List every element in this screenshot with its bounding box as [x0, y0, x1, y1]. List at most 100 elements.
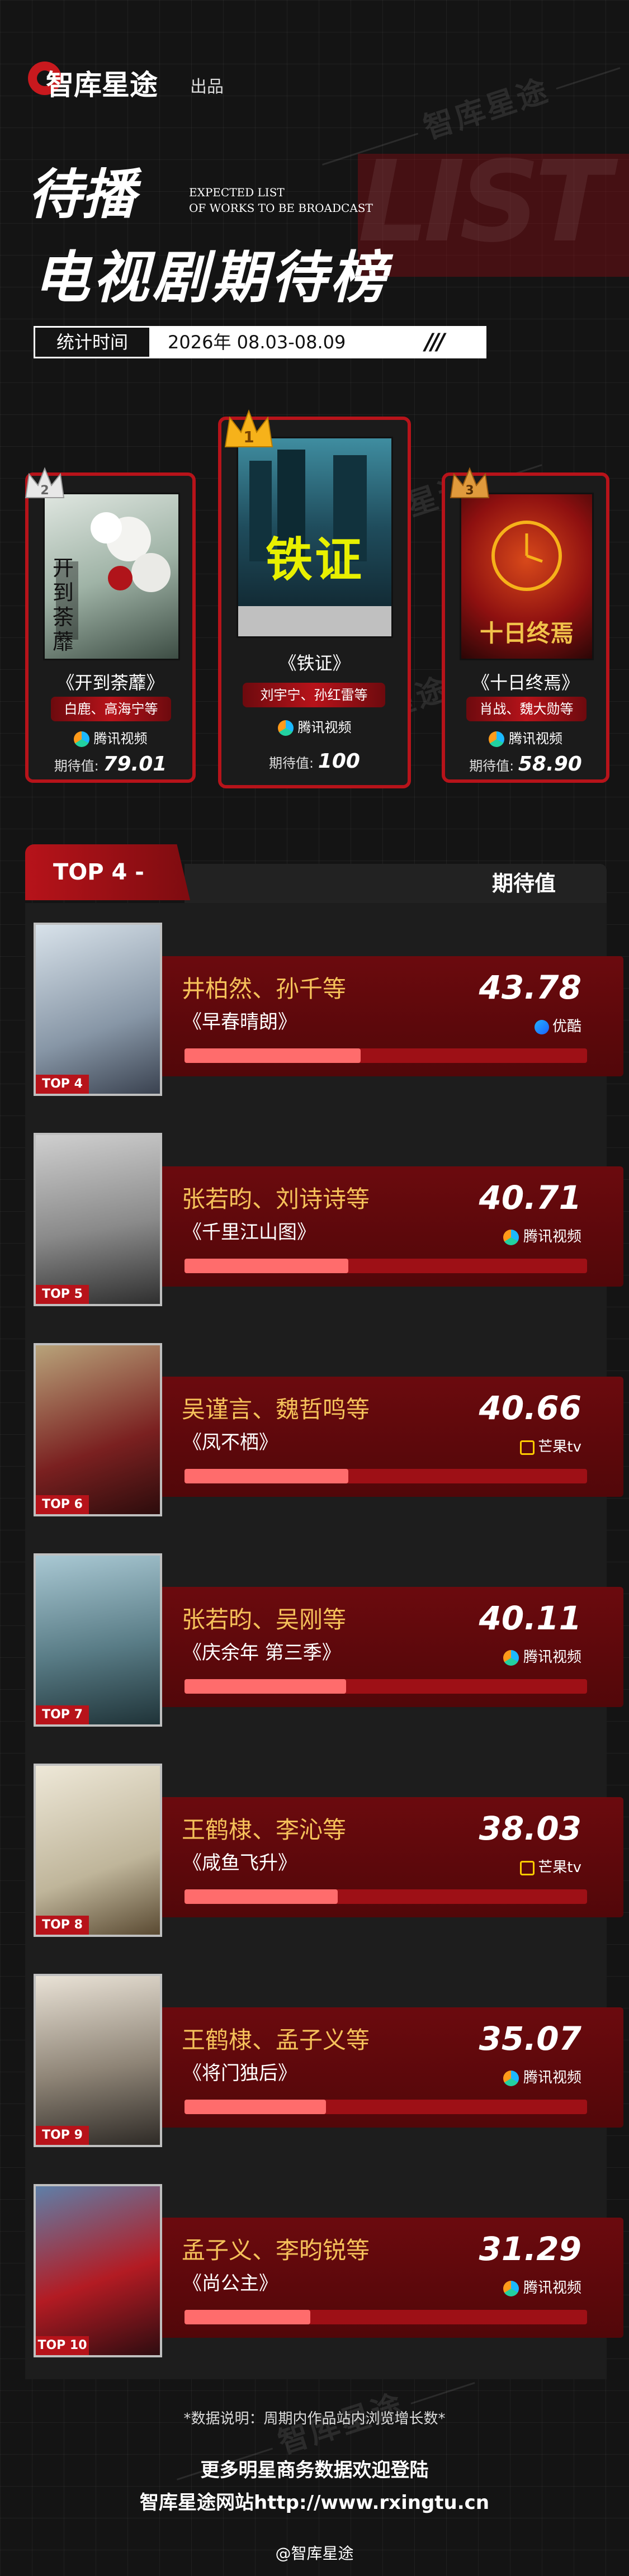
poster-image: TOP 8 — [34, 1764, 162, 1937]
poster-image: 铁证 — [237, 437, 393, 638]
podium-cast: 白鹿、高海宁等 — [51, 697, 171, 721]
poster-image: TOP 9 — [34, 1974, 162, 2147]
data-note: *数据说明：周期内作品站内浏览增长数* — [183, 2410, 446, 2427]
poster-image: 十日终焉 — [460, 493, 594, 660]
podium-platform: 腾讯视频 — [445, 727, 606, 747]
podium-card-rank1[interactable]: 铁证 《铁证》 刘宇宁、孙红雷等 腾讯视频 期待值: 100 — [218, 417, 411, 788]
row-cast: 井柏然、孙千等 — [182, 975, 347, 1003]
tencent-video-icon — [277, 720, 294, 736]
poster-image: TOP 6 — [34, 1343, 162, 1516]
podium-title: 《开到荼蘼》 — [56, 672, 164, 693]
weibo-handle[interactable]: @智库星途 — [0, 2541, 629, 2564]
mango-tv-icon — [520, 1440, 535, 1455]
row-title: 《千里江山图》 — [183, 1221, 316, 1244]
footer-website[interactable]: 智库星途网站http://www.rxingtu.cn — [0, 2487, 629, 2514]
row-platform: 腾讯视频 — [503, 1646, 581, 1666]
score-bar-track — [185, 1469, 587, 1483]
svg-text:1: 1 — [243, 428, 254, 446]
table-row[interactable]: TOP 10 孟子义、李昀锐等 31.29 《尚公主》 腾讯视频 — [25, 2178, 623, 2363]
table-row[interactable]: TOP 4 井柏然、孙千等 43.78 《早春晴朗》 优酷 — [25, 917, 623, 1102]
mango-tv-icon — [520, 1860, 535, 1875]
row-title: 《庆余年 第三季》 — [183, 1642, 341, 1664]
table-row[interactable]: TOP 5 张若昀、刘诗诗等 40.71 《千里江山图》 腾讯视频 — [25, 1127, 623, 1312]
poster-title-text: 铁证 — [265, 532, 364, 587]
rank-badge: TOP 8 — [36, 1916, 89, 1935]
rank-badge: TOP 9 — [36, 2126, 89, 2145]
row-platform: 芒果tv — [520, 1435, 581, 1456]
score-bar-fill — [185, 1259, 349, 1273]
poster-image: TOP 10 — [34, 2184, 162, 2357]
row-title: 《将门独后》 — [183, 2062, 297, 2085]
page-title-line2: 电视剧期待榜 — [34, 245, 389, 310]
rank-badge: TOP 6 — [36, 1495, 89, 1514]
table-tab-label: TOP 4 - TOP 10 — [25, 844, 190, 900]
svg-text:2: 2 — [40, 484, 49, 498]
row-cast: 张若昀、刘诗诗等 — [182, 1185, 370, 1213]
podium-title: 《铁证》 — [278, 653, 351, 674]
score-bar-track — [185, 2310, 587, 2324]
score-bar-fill — [185, 2100, 326, 2114]
crown-rank3-icon: 3 — [450, 467, 490, 498]
table-row[interactable]: TOP 8 王鹤棣、李沁等 38.03 《咸鱼飞升》 芒果tv — [25, 1758, 623, 1942]
score-bar-track — [185, 1259, 587, 1273]
score-bar-fill — [185, 1469, 348, 1483]
poster-title-text: 开到荼蘼 — [53, 556, 74, 654]
tencent-video-icon — [503, 1229, 519, 1245]
podium-cast: 刘宇宁、孙红雷等 — [243, 683, 385, 707]
row-platform: 腾讯视频 — [503, 2066, 581, 2087]
tencent-video-icon — [489, 731, 504, 747]
row-platform: 腾讯视频 — [503, 2276, 581, 2297]
row-cast: 张若昀、吴刚等 — [182, 1606, 347, 1633]
podium-score: 期待值: 58.90 — [469, 753, 582, 776]
stat-period-label: 统计时间 — [34, 326, 151, 358]
podium-card-rank2[interactable]: 开到荼蘼 《开到荼蘼》 白鹿、高海宁等 腾讯视频 期待值: 79.01 — [25, 472, 196, 783]
footer-line1: 更多明星商务数据欢迎登陆 — [200, 2459, 429, 2482]
score-bar-track — [185, 1048, 587, 1063]
row-title: 《凤不栖》 — [183, 1431, 278, 1454]
crown-rank1-icon: 1 — [224, 409, 273, 447]
rank-badge: TOP 4 — [36, 1075, 89, 1094]
poster-title-text: 十日终焉 — [479, 620, 574, 647]
table-row[interactable]: TOP 7 张若昀、吴刚等 40.11 《庆余年 第三季》 腾讯视频 — [25, 1548, 623, 1732]
podium-title: 《十日终焉》 — [471, 672, 579, 693]
podium-cast: 肖战、魏大勋等 — [466, 697, 587, 721]
row-platform: 腾讯视频 — [503, 1225, 581, 1246]
podium-card-rank3[interactable]: 十日终焉 《十日终焉》 肖战、魏大勋等 腾讯视频 期待值: 58.90 — [442, 472, 609, 783]
score-bar-track — [185, 2100, 587, 2114]
score-bar-fill — [185, 2310, 311, 2324]
row-score: 40.66 — [479, 1389, 581, 1427]
row-score: 43.78 — [479, 968, 581, 1006]
score-bar-track — [185, 1679, 587, 1694]
svg-text:3: 3 — [465, 484, 474, 498]
row-cast: 王鹤棣、孟子义等 — [182, 2026, 370, 2054]
row-title: 《咸鱼飞升》 — [183, 1852, 297, 1874]
page-subtitle: EXPECTED LIST OF WORKS TO BE BROADCAST — [189, 186, 373, 215]
row-cast: 孟子义、李昀锐等 — [182, 2237, 370, 2264]
crown-rank2-icon: 2 — [25, 467, 65, 498]
tencent-video-icon — [503, 1649, 519, 1666]
score-bar-fill — [185, 1048, 361, 1063]
row-title: 《尚公主》 — [183, 2272, 278, 2295]
page-title-line1: 待播 — [28, 163, 135, 226]
rank-badge: TOP 7 — [36, 1705, 89, 1724]
row-title: 《早春晴朗》 — [183, 1011, 297, 1033]
brand-publish-label: 出品 — [190, 77, 224, 97]
rank-badge: TOP 10 — [36, 2336, 89, 2355]
tencent-video-icon — [503, 2070, 519, 2086]
podium-score: 期待值: 100 — [269, 750, 360, 773]
row-platform: 优酷 — [534, 1015, 581, 1036]
header-bg-word: LIST — [358, 137, 611, 267]
row-score: 38.03 — [479, 1809, 581, 1847]
podium-platform: 腾讯视频 — [221, 716, 408, 736]
row-cast: 吴谨言、魏哲鸣等 — [182, 1396, 370, 1423]
podium-score: 期待值: 79.01 — [54, 753, 167, 776]
row-score: 31.29 — [479, 2230, 581, 2268]
row-score: 40.71 — [479, 1179, 581, 1217]
score-bar-fill — [185, 1889, 338, 1904]
poster-image: TOP 5 — [34, 1133, 162, 1306]
table-row[interactable]: TOP 9 王鹤棣、孟子义等 35.07 《将门独后》 腾讯视频 — [25, 1968, 623, 2153]
row-platform: 芒果tv — [520, 1856, 581, 1877]
table-row[interactable]: TOP 6 吴谨言、魏哲鸣等 40.66 《凤不栖》 芒果tv — [25, 1337, 623, 1522]
table-column-score: 期待值 — [492, 871, 556, 896]
youku-icon — [534, 1019, 549, 1034]
